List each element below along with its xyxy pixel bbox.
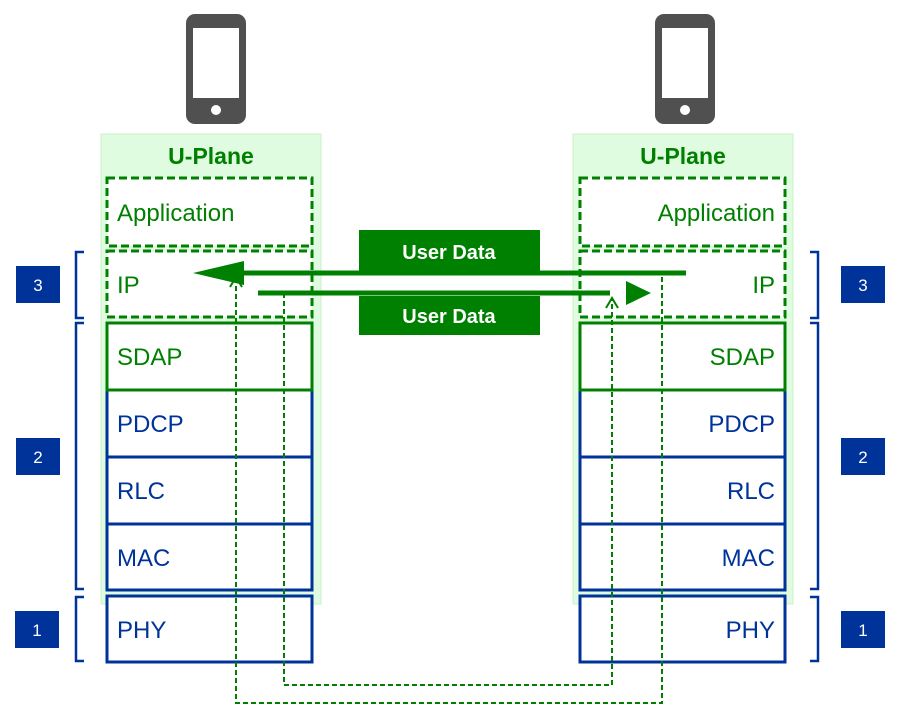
layer-application: Application xyxy=(117,200,234,227)
layer-sdap: SDAP xyxy=(117,344,182,371)
layer-number-2: 2 xyxy=(33,448,42,467)
layer-ip: IP xyxy=(117,272,140,299)
smartphone-icon xyxy=(655,14,715,124)
layer-rlc: RLC xyxy=(117,478,165,505)
layer-number-3: 3 xyxy=(33,276,42,295)
layer-number-2: 2 xyxy=(858,448,867,467)
left-stack: Application IP SDAP PDCP RLC MAC PHY xyxy=(105,176,314,664)
layer-application: Application xyxy=(658,200,775,227)
layer-ip: IP xyxy=(752,272,775,299)
layer-mac: MAC xyxy=(722,545,775,572)
right-u-plane-title: U-Plane xyxy=(640,143,726,169)
diagram-canvas: U-Plane U-Plane Application IP SDAP PDCP… xyxy=(15,14,885,704)
layer-mac: MAC xyxy=(117,545,170,572)
user-data-label-top: User Data xyxy=(402,242,496,264)
layer-number-1: 1 xyxy=(858,621,867,640)
layer-phy: PHY xyxy=(726,617,775,644)
layer-pdcp: PDCP xyxy=(117,411,184,438)
layer-phy: PHY xyxy=(117,617,166,644)
user-data-label-bottom: User Data xyxy=(402,306,496,328)
layer-number-1: 1 xyxy=(32,621,41,640)
layer-sdap: SDAP xyxy=(710,344,775,371)
left-u-plane-title: U-Plane xyxy=(168,143,254,169)
layer-pdcp: PDCP xyxy=(708,411,775,438)
layer-rlc: RLC xyxy=(727,478,775,505)
protocol-stack-diagram: U-Plane U-Plane Application IP SDAP PDCP… xyxy=(0,0,900,720)
right-stack: Application IP SDAP PDCP RLC MAC PHY xyxy=(578,176,787,664)
layer-number-3: 3 xyxy=(858,276,867,295)
smartphone-icon xyxy=(186,14,246,124)
